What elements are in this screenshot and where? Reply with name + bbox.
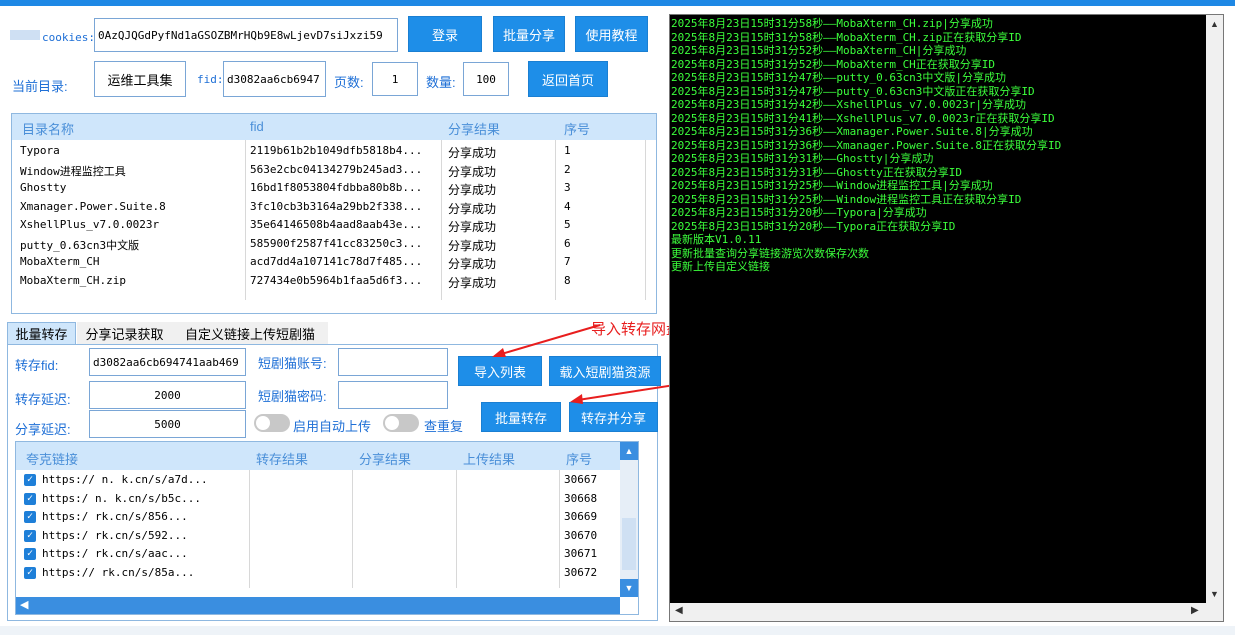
log-line: 2025年8月23日15时31分25秒——Window进程监控工具正在获取分享I… [671,192,1022,206]
log-line: 2025年8月23日15时31分42秒——XshellPlus_v7.0.002… [671,98,1027,111]
log-line: 2025年8月23日15时31分52秒——MobaXterm_CH正在获取分享I… [671,57,996,71]
log-line: 2025年8月23日15时31分36秒——Xmanager.Power.Suit… [671,138,1062,152]
log-console[interactable]: 2025年8月23日15时31分58秒——MobaXterm_CH.zip|分享… [669,14,1224,622]
scroll-left-icon[interactable]: ◀ [675,605,683,616]
log-line: 2025年8月23日15时31分36秒——Xmanager.Power.Suit… [671,125,1033,138]
scroll-down-icon[interactable]: ▼ [1210,589,1219,599]
log-line: 2025年8月23日15时31分31秒——Ghostty正在获取分享ID [671,165,962,179]
log-line: 2025年8月23日15时31分47秒——putty_0.63cn3中文版正在获… [671,84,1035,98]
log-line: 2025年8月23日15时31分25秒——Window进程监控工具|分享成功 [671,179,993,192]
arrow-head [492,348,506,357]
log-line: 更新批量查询分享链接游览次数保存次数 [671,246,869,260]
log-line: 2025年8月23日15时31分20秒——Typora|分享成功 [671,206,927,219]
log-line: 2025年8月23日15时31分20秒——Typora正在获取分享ID [671,219,956,233]
log-line: 2025年8月23日15时31分58秒——MobaXterm_CH.zip|分享… [671,17,993,30]
log-line: 2025年8月23日15时31分41秒——XshellPlus_v7.0.002… [671,111,1055,125]
log-line: 2025年8月23日15时31分31秒——Ghostty|分享成功 [671,152,934,165]
console-vertical-scrollbar[interactable]: ▲ ▼ [1206,15,1223,603]
log-line: 最新版本V1.0.11 [671,233,762,246]
log-line: 2025年8月23日15时31分58秒——MobaXterm_CH.zip正在获… [671,30,1022,44]
log-line: 2025年8月23日15时31分47秒——putty_0.63cn3中文版|分享… [671,71,1007,84]
scroll-right-icon[interactable]: ▶ [1191,605,1199,616]
console-horizontal-scrollbar[interactable]: ◀ ▶ [670,603,1223,621]
arrow-to-import [497,324,601,356]
log-line: 更新上传自定义链接 [671,260,770,273]
scroll-up-icon[interactable]: ▲ [1210,19,1219,29]
log-line: 2025年8月23日15时31分52秒——MobaXterm_CH|分享成功 [671,44,967,57]
arrow-head [570,394,583,404]
